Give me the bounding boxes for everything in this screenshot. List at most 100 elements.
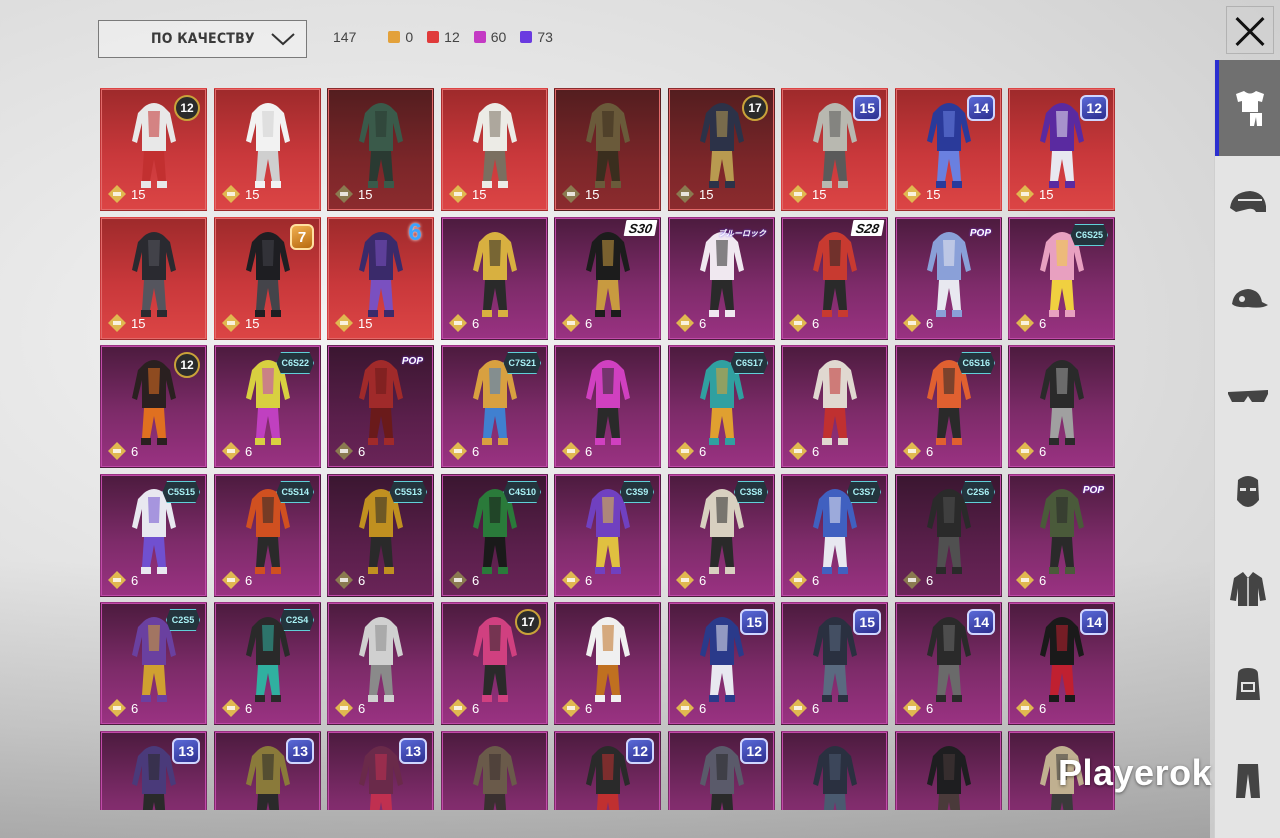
sort-dropdown[interactable]: ПО КАЧЕСТВУ bbox=[98, 20, 307, 58]
coin-icon bbox=[222, 314, 240, 332]
outfit-image bbox=[586, 617, 630, 702]
outfit-card[interactable]: 6 C3S8 bbox=[668, 474, 775, 597]
outfit-card[interactable] bbox=[441, 731, 548, 810]
coin-icon bbox=[449, 314, 467, 332]
outfit-card[interactable]: 15 14 bbox=[895, 88, 1002, 211]
outfit-card[interactable]: 13 bbox=[100, 731, 207, 810]
outfit-card[interactable]: 6 S28 bbox=[781, 217, 888, 340]
outfit-card[interactable]: 15 bbox=[100, 217, 207, 340]
sidebar-tab-pants[interactable] bbox=[1215, 732, 1280, 828]
outfit-card[interactable]: 15 17 bbox=[668, 88, 775, 211]
outfit-card[interactable]: 15 12 bbox=[100, 88, 207, 211]
item-price: 15 bbox=[221, 184, 259, 204]
season-badge: S30 bbox=[623, 220, 658, 236]
outfit-card[interactable] bbox=[895, 731, 1002, 810]
outfit-image bbox=[473, 232, 517, 317]
item-price-value: 6 bbox=[472, 443, 480, 459]
coin-icon bbox=[562, 571, 580, 589]
item-price: 6 bbox=[221, 570, 252, 590]
outfit-card[interactable]: 6 bbox=[327, 602, 434, 725]
sidebar-tab-mask[interactable] bbox=[1215, 444, 1280, 540]
outfit-card[interactable]: 12 bbox=[554, 731, 661, 810]
outfit-card[interactable]: 15 bbox=[441, 88, 548, 211]
red-count: 12 bbox=[444, 29, 460, 45]
season-badge: POP bbox=[969, 227, 991, 239]
outfit-card[interactable]: 6 C5S15 bbox=[100, 474, 207, 597]
season-badge: C3S9 bbox=[620, 481, 654, 503]
inventory-grid: 15 12 15 15 15 15 15 17 15 15 15 14 15 12 15 15 7 15 6 6 6 S3… bbox=[100, 88, 1115, 810]
outfit-card[interactable] bbox=[781, 731, 888, 810]
outfit-card[interactable]: 6 bbox=[781, 345, 888, 468]
outfit-card[interactable]: 6 bbox=[554, 345, 661, 468]
outfit-card[interactable]: 6 C2S6 bbox=[895, 474, 1002, 597]
mask-icon bbox=[1237, 476, 1259, 507]
season-badge: 12 bbox=[740, 738, 768, 764]
outfit-card[interactable]: 6 bbox=[441, 217, 548, 340]
outfit-card[interactable]: 13 bbox=[214, 731, 321, 810]
sidebar-tab-glasses[interactable] bbox=[1215, 348, 1280, 444]
coin-icon bbox=[449, 185, 467, 203]
outfit-card[interactable]: 12 bbox=[668, 731, 775, 810]
sidebar-tab-helmet[interactable] bbox=[1215, 156, 1280, 252]
sidebar-tab-backpack[interactable] bbox=[1215, 636, 1280, 732]
sidebar-tab-outfit[interactable] bbox=[1215, 60, 1280, 156]
outfit-card[interactable]: 13 bbox=[327, 731, 434, 810]
outfit-card[interactable]: 6 C4S10 bbox=[441, 474, 548, 597]
outfit-card[interactable]: 6 C3S9 bbox=[554, 474, 661, 597]
outfit-card[interactable]: 15 bbox=[554, 88, 661, 211]
quality-count-purple: 73 bbox=[520, 29, 553, 45]
outfit-card[interactable]: 15 6 bbox=[327, 217, 434, 340]
outfit-card[interactable]: 6 C2S5 bbox=[100, 602, 207, 725]
outfit-card[interactable]: 6 ブルーロック bbox=[668, 217, 775, 340]
outfit-card[interactable]: 15 15 bbox=[781, 88, 888, 211]
item-price-value: 15 bbox=[472, 186, 487, 202]
item-price-value: 6 bbox=[699, 443, 707, 459]
item-price-value: 6 bbox=[812, 700, 820, 716]
outfit-card[interactable]: 6 C3S7 bbox=[781, 474, 888, 597]
close-icon[interactable] bbox=[1228, 8, 1272, 52]
outfit-card[interactable]: 6 12 bbox=[100, 345, 207, 468]
outfit-card[interactable]: 6 S30 bbox=[554, 217, 661, 340]
item-price-value: 15 bbox=[699, 186, 714, 202]
outfit-card[interactable]: 6 17 bbox=[441, 602, 548, 725]
outfit-card[interactable]: 15 7 bbox=[214, 217, 321, 340]
item-price-value: 6 bbox=[245, 700, 253, 716]
outfit-card[interactable]: 15 bbox=[214, 88, 321, 211]
outfit-card[interactable]: 6 C6S22 bbox=[214, 345, 321, 468]
outfit-card[interactable]: 6 C6S16 bbox=[895, 345, 1002, 468]
outfit-card[interactable]: 6 14 bbox=[895, 602, 1002, 725]
outfit-card[interactable]: 6 C6S25 bbox=[1008, 217, 1115, 340]
quality-count-gold: 0 bbox=[388, 29, 413, 45]
outfit-card[interactable]: 6 bbox=[1008, 345, 1115, 468]
outfit-card[interactable]: 6 bbox=[554, 602, 661, 725]
outfit-card[interactable]: 6 15 bbox=[781, 602, 888, 725]
quality-count-pink: 60 bbox=[473, 29, 506, 45]
outfit-card[interactable]: 6 POP bbox=[327, 345, 434, 468]
outfit-card[interactable]: 15 bbox=[327, 88, 434, 211]
item-price-value: 6 bbox=[131, 700, 139, 716]
item-price: 6 bbox=[1015, 698, 1046, 718]
outfit-card[interactable]: 6 POP bbox=[1008, 474, 1115, 597]
outfit-card[interactable]: 6 15 bbox=[668, 602, 775, 725]
outfit-card[interactable]: 6 POP bbox=[895, 217, 1002, 340]
outfit-image bbox=[927, 746, 971, 810]
item-price: 15 bbox=[448, 184, 486, 204]
item-price: 6 bbox=[1015, 441, 1046, 461]
item-price: 6 bbox=[1015, 570, 1046, 590]
item-price-value: 15 bbox=[812, 186, 827, 202]
coin-icon bbox=[1016, 314, 1034, 332]
coin-icon bbox=[789, 442, 807, 460]
outfit-card[interactable]: 6 C5S14 bbox=[214, 474, 321, 597]
season-badge: POP bbox=[401, 355, 423, 367]
item-price: 15 bbox=[675, 184, 713, 204]
outfit-card[interactable]: 15 12 bbox=[1008, 88, 1115, 211]
outfit-card[interactable]: 6 C5S13 bbox=[327, 474, 434, 597]
outfit-card[interactable]: 6 C6S17 bbox=[668, 345, 775, 468]
sidebar-tab-cap[interactable] bbox=[1215, 252, 1280, 348]
outfit-card[interactable]: 6 C2S4 bbox=[214, 602, 321, 725]
outfit-card[interactable]: 6 C7S21 bbox=[441, 345, 548, 468]
season-badge: 13 bbox=[172, 738, 200, 764]
outfit-card[interactable]: 6 14 bbox=[1008, 602, 1115, 725]
season-badge: C3S7 bbox=[847, 481, 881, 503]
sidebar-tab-jacket[interactable] bbox=[1215, 540, 1280, 636]
